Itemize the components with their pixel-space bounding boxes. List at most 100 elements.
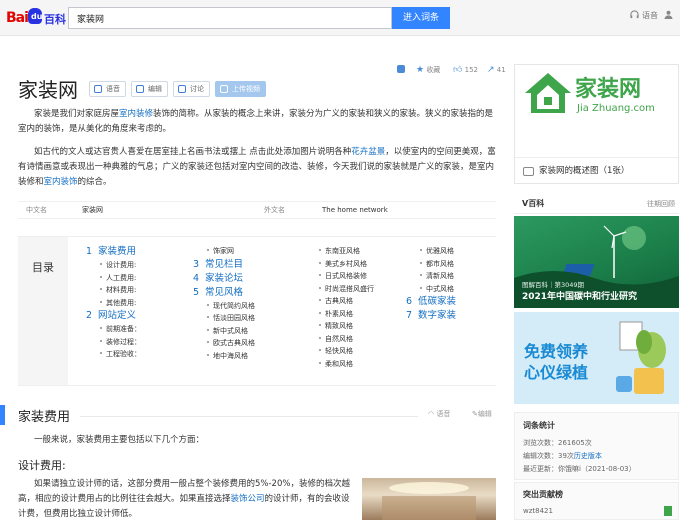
camera-icon — [523, 167, 534, 176]
toc-item-text: 工程验收： — [106, 350, 141, 358]
collect-button[interactable]: ★ 收藏 — [416, 65, 440, 75]
baidu-baike-logo[interactable]: Bai du 百科 — [6, 8, 66, 28]
link-decoration-company[interactable]: 装饰公司 — [231, 494, 265, 504]
toc-number: 6 — [406, 296, 413, 307]
bullet-dot-icon — [319, 274, 321, 276]
history-version-link[interactable]: 历史版本 — [574, 452, 602, 460]
toc-subsection[interactable]: 新中式风格 — [193, 325, 255, 338]
contrib-user[interactable]: wzt8421 — [523, 507, 553, 515]
discuss-chip[interactable]: 讨论 — [173, 81, 210, 97]
toc-subsection[interactable]: 精致风格 — [305, 320, 374, 333]
toc-subsection[interactable]: 饰家网 — [193, 245, 255, 258]
link-interior-decoration[interactable]: 室内装饰 — [44, 177, 78, 187]
toc-subsection[interactable]: 古典风格 — [305, 295, 374, 308]
toc-subsection[interactable]: 装修过程： — [86, 336, 141, 349]
toc-section-3[interactable]: 3 常见栏目 — [193, 258, 255, 272]
page-title: 家装网 — [18, 78, 78, 102]
toc-subsection[interactable]: 欧式古典风格 — [193, 337, 255, 350]
toc-subsection[interactable]: 工程验收： — [86, 348, 141, 361]
info-key-foreign-name: 外文名 — [264, 206, 285, 214]
toc-column-3: 东南亚风格 美式乡村风格 日式风格装修时尚混搭风盛行 古典风格 朴素风格精致风格 自然风格… — [305, 245, 374, 370]
info-value-foreign-name: The home network — [322, 206, 388, 214]
bullet-dot-icon — [100, 339, 102, 342]
like-button[interactable]: 👍︎ 152 — [453, 65, 478, 75]
toc-subsection[interactable]: 设计费用: — [86, 259, 141, 272]
edit-chip[interactable]: 编辑 — [131, 81, 168, 97]
toc-subsection[interactable]: 东南亚风格 — [305, 245, 374, 258]
toc-section-6[interactable]: 6 低碳家装 — [406, 295, 456, 309]
bullet-dot-icon — [420, 249, 422, 251]
toc-section-5[interactable]: 5 常见风格 — [193, 286, 255, 300]
entry-stats-panel: 词条统计 浏览次数：261605次 编辑次数：39次历史版本 最近更新：你饿嘛i… — [514, 412, 679, 480]
toc-item-text: 清新风格 — [426, 272, 454, 280]
voice-chip[interactable]: 语音 — [89, 81, 126, 97]
bullet-dot-icon — [100, 275, 102, 278]
section-voice-button[interactable]: ◠ 语音 — [428, 409, 450, 419]
toc-number: 1 — [86, 246, 93, 257]
toc-subsection[interactable]: 自然风格 — [305, 333, 374, 346]
paw-icon: du — [28, 8, 42, 24]
toc-subsection[interactable]: 其他费用: — [86, 297, 141, 310]
bullet-dot-icon — [319, 249, 321, 251]
toc-item-text: 饰家网 — [213, 247, 234, 255]
toc-number: 4 — [193, 272, 200, 284]
vbaike-more-link[interactable]: 往期回顾 — [647, 194, 675, 214]
toc-item-text: 朴素风格 — [325, 309, 353, 318]
toc-subsection[interactable]: 优雅风格 — [406, 245, 456, 258]
toc-subsection[interactable]: 美式乡村风格 — [305, 258, 374, 271]
toc-subsection[interactable]: 柔和风格 — [305, 358, 374, 371]
header-voice-link[interactable]: 语音 — [642, 10, 658, 21]
toc-item-text: 装修过程： — [106, 337, 141, 346]
search-input[interactable] — [68, 7, 392, 29]
toc-subsection[interactable]: 前期准备： — [86, 323, 141, 336]
toc-section-7[interactable]: 7 数字家装 — [406, 309, 456, 323]
toc-subsection[interactable]: 材料费用: — [86, 284, 141, 297]
section-edit-button[interactable]: ✎编辑 — [472, 409, 492, 419]
toc-section-2[interactable]: 2 网站定义 — [86, 309, 141, 323]
headphone-icon[interactable] — [630, 10, 639, 21]
house-logo-icon — [525, 73, 571, 113]
top-contributors-panel: 突出贡献榜 wzt8421 — [514, 482, 679, 520]
toc-subsection[interactable]: 日式风格装修 — [305, 270, 374, 283]
plus-icon[interactable] — [397, 65, 405, 74]
toc-item-text: 家装论坛 — [205, 272, 244, 284]
toc-subsection[interactable]: 恬淡田园风格 — [193, 312, 255, 325]
headphone-icon: ◠ — [428, 410, 435, 418]
carbon-neutral-banner[interactable]: 图解百科｜第3049期 2021年中国碳中和行业研究 — [514, 216, 679, 308]
star-icon: ★ — [416, 65, 425, 75]
search-button[interactable]: 进入词条 — [392, 7, 450, 29]
toc-item-text: 自然风格 — [325, 334, 353, 343]
summary-image-card[interactable]: 家装网 Jia Zhuang.com 家装网的概述图（1张） — [514, 64, 679, 184]
toc-item-text: 日式风格装修 — [325, 272, 367, 280]
image-caption[interactable]: 家装网的概述图（1张） — [515, 157, 678, 184]
toc-section-1[interactable]: 1 家装费用 — [86, 245, 141, 259]
share-button[interactable]: ↗ 41 — [487, 65, 506, 75]
top-header: Bai du 百科 进入词条 语音 — [0, 0, 680, 36]
toc-subsection[interactable]: 中式风格 — [406, 283, 456, 296]
upload-video-chip[interactable]: 上传视频 — [215, 81, 266, 97]
bullet-dot-icon — [207, 353, 209, 356]
toc-subsection[interactable]: 人工费用: — [86, 272, 141, 285]
info-key-chinese-name: 中文名 — [26, 206, 47, 214]
toc-subsection[interactable]: 清新风格 — [406, 270, 456, 283]
interior-photo[interactable] — [362, 478, 496, 520]
adopt-line-2: 心仪绿植 — [524, 363, 589, 382]
user-icon[interactable] — [664, 10, 673, 21]
toc-subsection[interactable]: 都市风格 — [406, 258, 456, 271]
toc-subsection[interactable]: 地中海风格 — [193, 350, 255, 363]
toc-item-text: 网站定义 — [98, 310, 137, 321]
bullet-dot-icon — [100, 288, 102, 290]
toc-subsection[interactable]: 朴素风格 — [305, 308, 374, 321]
toc-column-2: 饰家网 3 常见栏目 4 家装论坛 5 常见风格 现代简约风格恬淡田园风格 新中式风格 欧式古典风… — [193, 245, 255, 362]
subsection-title: 设计费用: — [18, 459, 66, 472]
link-potted-flowers[interactable]: 花卉盆景 — [351, 147, 385, 157]
toc-subsection[interactable]: 时尚混搭风盛行 — [305, 283, 374, 296]
toc-number: 5 — [193, 286, 200, 298]
toc-section-4[interactable]: 4 家装论坛 — [193, 272, 255, 286]
toc-item-text: 现代简约风格 — [213, 301, 255, 310]
link-interior-renovation[interactable]: 室内装修 — [119, 109, 153, 119]
comment-icon — [178, 85, 186, 93]
toc-subsection[interactable]: 轻快风格 — [305, 345, 374, 358]
adopt-plant-banner[interactable]: 免费领养 心仪绿植 — [514, 312, 679, 404]
toc-subsection[interactable]: 现代简约风格 — [193, 300, 255, 313]
